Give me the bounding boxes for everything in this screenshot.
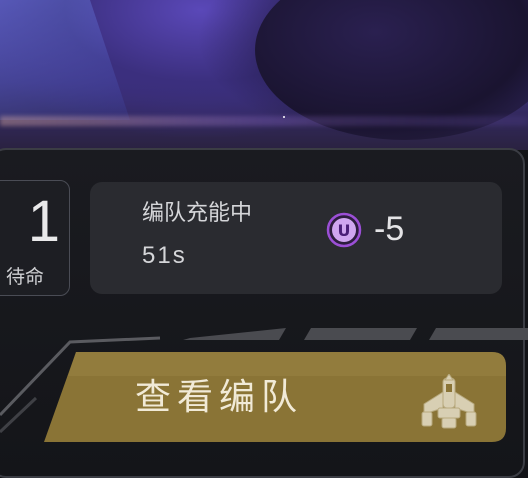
horizon-glow <box>0 116 528 126</box>
squad-count-value: 1 <box>27 189 60 254</box>
u-coin-icon: U <box>326 212 362 248</box>
space-background <box>0 0 528 150</box>
currency-glyph: U <box>338 221 351 240</box>
star <box>283 116 285 118</box>
charge-status-text: 编队充能中 <box>142 201 253 226</box>
view-formation-button[interactable] <box>44 352 506 442</box>
charge-timer: 51s <box>142 242 187 269</box>
squad-count-label: 待命 <box>6 266 45 288</box>
game-hud: 1 待命 编队充能中 51s U -5 查看编队 <box>0 0 528 478</box>
charge-cost: -5 <box>374 210 405 248</box>
glass-panel-decor <box>0 0 130 120</box>
